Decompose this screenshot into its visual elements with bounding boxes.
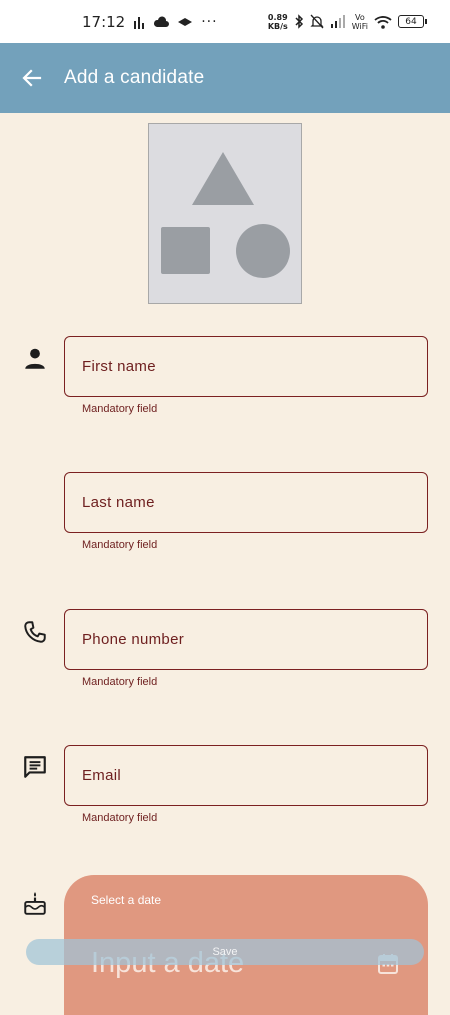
status-left: 17:12 ··· [82, 13, 218, 31]
last-name-helper: Mandatory field [82, 539, 158, 551]
page-title: Add a candidate [64, 67, 205, 88]
date-picker-label: Select a date [91, 893, 162, 907]
last-name-label: Last name [82, 494, 155, 511]
battery-level: 64 [405, 16, 417, 27]
phone-number-label: Phone number [82, 631, 185, 648]
phone-icon [24, 621, 46, 643]
message-icon [24, 756, 46, 778]
status-time: 17:12 [82, 12, 126, 31]
candidate-photo-placeholder[interactable] [148, 123, 302, 304]
save-button[interactable]: Save [26, 939, 424, 965]
phone-number-helper: Mandatory field [82, 676, 158, 688]
more-dots-icon: ··· [201, 13, 218, 30]
first-name-helper: Mandatory field [82, 403, 158, 415]
email-helper: Mandatory field [82, 812, 158, 824]
back-button[interactable] [0, 43, 64, 113]
person-icon [25, 348, 45, 369]
vo-label: Vo [355, 12, 365, 22]
signal-bars-icon [134, 16, 145, 29]
vowifi-indicator: Vo WiFi [352, 13, 368, 31]
email-label: Email [82, 767, 122, 784]
sync-icon [178, 17, 193, 26]
phone-number-field[interactable]: Phone number [64, 609, 428, 670]
network-speed-unit: KB/s [267, 21, 288, 31]
email-field[interactable]: Email [64, 745, 428, 806]
wifi-label: WiFi [351, 21, 368, 31]
bluetooth-icon [295, 14, 303, 29]
status-bar: 17:12 ··· 0.89 KB/s Vo WiFi 64 [0, 0, 450, 43]
app-bar: Add a candidate [0, 43, 450, 113]
cake-icon [24, 892, 46, 915]
battery-icon: 64 [398, 15, 427, 28]
status-right: 0.89 KB/s Vo WiFi 64 [268, 13, 427, 31]
network-speed: 0.89 KB/s [268, 13, 288, 31]
cell-signal-icon [330, 15, 345, 28]
image-placeholder-icon [161, 152, 290, 278]
last-name-field[interactable]: Last name [64, 472, 428, 533]
first-name-label: First name [82, 358, 156, 375]
save-button-label: Save [212, 946, 238, 958]
cloud-icon [154, 15, 170, 27]
first-name-field[interactable]: First name [64, 336, 428, 397]
wifi-icon [374, 15, 392, 29]
network-speed-value: 0.89 [267, 12, 288, 22]
arrow-left-icon [22, 69, 42, 87]
mute-bell-icon [310, 14, 324, 29]
